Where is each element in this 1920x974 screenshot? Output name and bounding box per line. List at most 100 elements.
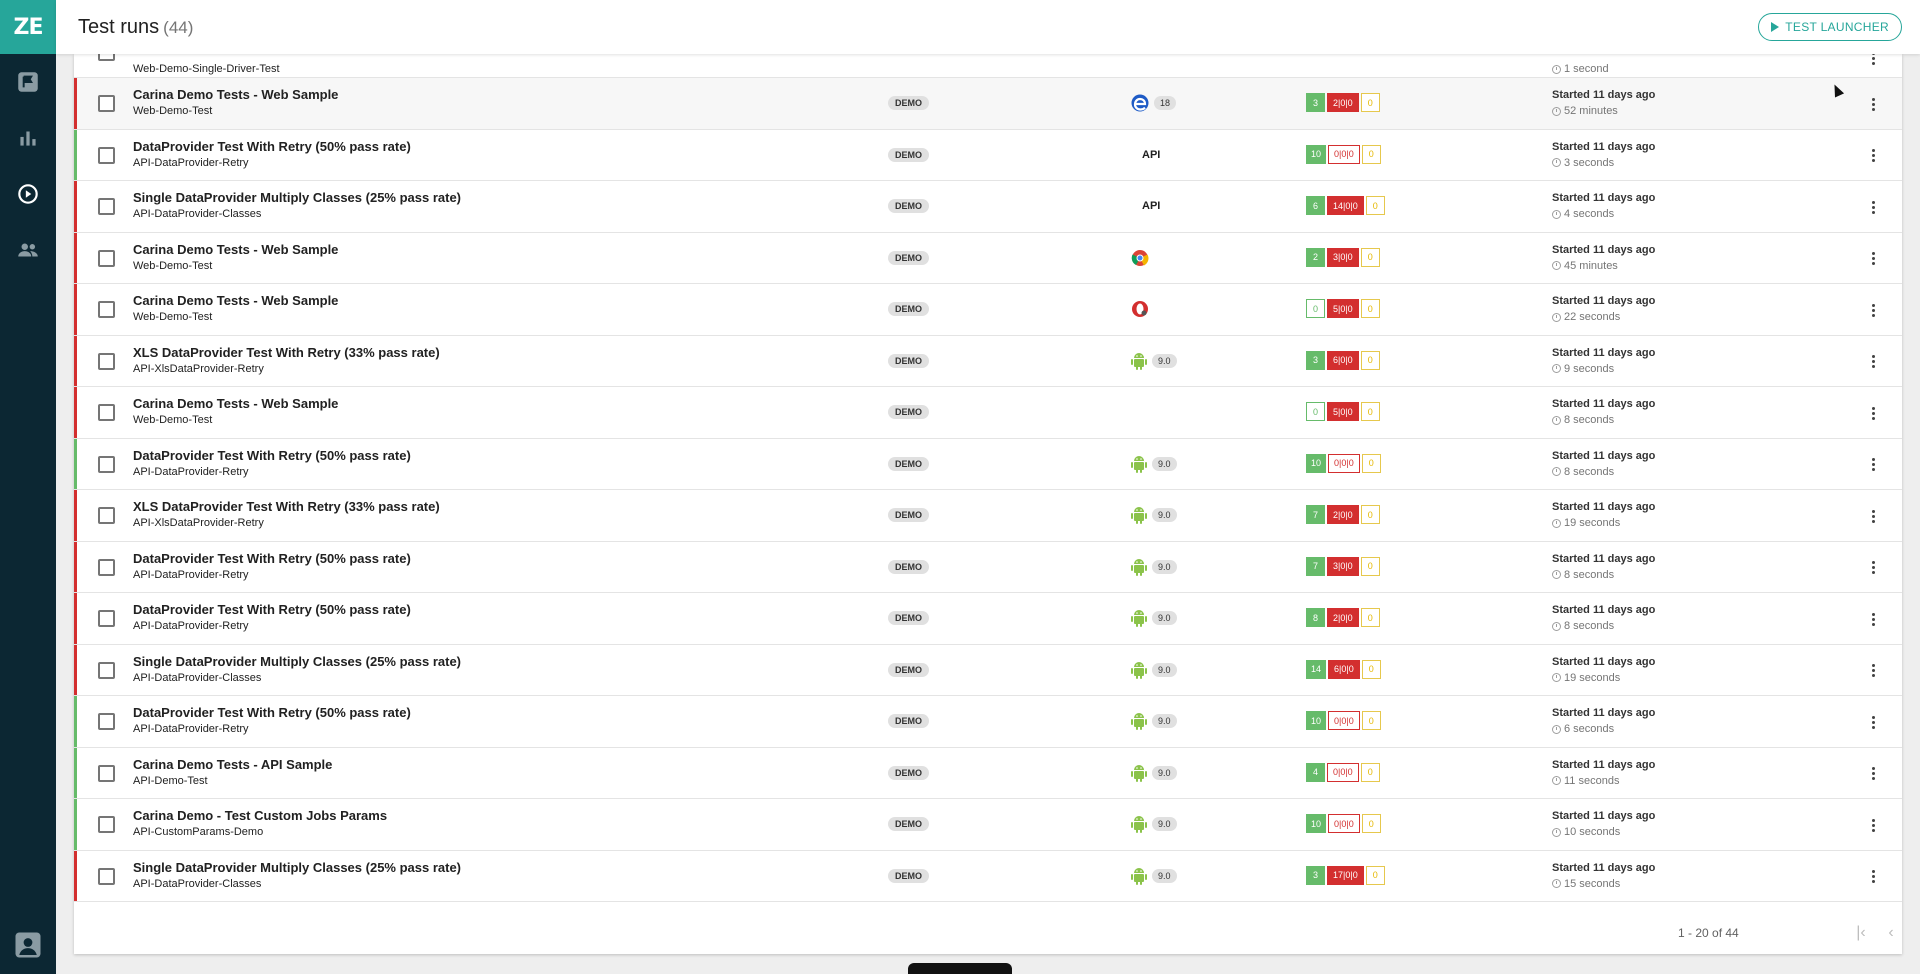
table-row[interactable]: XLS DataProvider Test With Retry (33% pa…: [74, 490, 1902, 542]
row-menu-button[interactable]: [1864, 455, 1882, 475]
row-checkbox[interactable]: [98, 713, 115, 730]
row-checkbox[interactable]: [98, 146, 115, 164]
run-name[interactable]: Single DataProvider Multiply Classes (25…: [133, 190, 461, 205]
elapsed-time: 8 seconds: [1552, 466, 1655, 478]
user-profile-button[interactable]: [0, 930, 56, 960]
row-checkbox[interactable]: [98, 404, 115, 421]
test-launcher-button[interactable]: TEST LAUNCHER: [1758, 13, 1902, 41]
row-checkbox[interactable]: [98, 198, 115, 215]
run-name[interactable]: Carina Demo Tests - Web Sample: [133, 87, 338, 102]
sidebar-item-reports[interactable]: [0, 110, 56, 166]
row-menu-button[interactable]: [1864, 506, 1882, 526]
row-checkbox[interactable]: [98, 610, 115, 627]
job-name: Web-Demo-Single-Driver-Test: [133, 63, 280, 75]
table-row[interactable]: Carina Demo Tests - Web Sample Web-Demo-…: [74, 387, 1902, 439]
row-menu-button[interactable]: [1864, 764, 1882, 784]
run-name[interactable]: XLS DataProvider Test With Retry (33% pa…: [133, 345, 440, 360]
table-row[interactable]: Single DataProvider Multiply Classes (25…: [74, 181, 1902, 233]
row-menu-button[interactable]: [1864, 94, 1882, 114]
table-row[interactable]: Carina Demo Tests - Web Sample Web-Demo-…: [74, 78, 1902, 130]
row-checkbox[interactable]: [98, 352, 115, 370]
test-stats: 7 2|0|0 0: [1306, 505, 1380, 524]
table-row[interactable]: XLS DataProvider Test With Retry (33% pa…: [74, 335, 1902, 387]
row-menu-button[interactable]: [1864, 815, 1882, 835]
table-row[interactable]: DataProvider Test With Retry (50% pass r…: [74, 696, 1902, 748]
row-menu-button[interactable]: [1864, 197, 1882, 217]
bottom-tab-handle[interactable]: [908, 963, 1012, 974]
table-row[interactable]: DataProvider Test With Retry (50% pass r…: [74, 129, 1902, 181]
run-name[interactable]: DataProvider Test With Retry (50% pass r…: [133, 602, 411, 617]
status-strip: [74, 850, 77, 901]
page-title: Test runs (44): [78, 16, 193, 39]
table-row-partial[interactable]: Web-Demo-Single-Driver-Test 1 second: [74, 54, 1902, 78]
skipped-count: 0: [1361, 814, 1381, 833]
row-checkbox[interactable]: [98, 507, 115, 524]
row-checkbox[interactable]: [98, 249, 115, 267]
started-text: Started 11 days ago: [1552, 655, 1656, 668]
run-name[interactable]: DataProvider Test With Retry (50% pass r…: [133, 139, 411, 154]
sidebar-item-test-runs[interactable]: [0, 166, 56, 222]
app-logo[interactable]: ZE: [0, 0, 56, 54]
run-name[interactable]: Carina Demo Tests - Web Sample: [133, 293, 338, 308]
row-menu-button[interactable]: [1864, 352, 1882, 372]
row-menu-button[interactable]: [1864, 609, 1882, 629]
table-row[interactable]: DataProvider Test With Retry (50% pass r…: [74, 438, 1902, 490]
row-checkbox[interactable]: [98, 661, 115, 679]
passed-count: 6: [1306, 196, 1325, 215]
env-badge: DEMO: [888, 250, 929, 265]
run-name[interactable]: DataProvider Test With Retry (50% pass r…: [133, 705, 411, 720]
run-info: Carina Demo Tests - Web Sample Web-Demo-…: [133, 242, 338, 272]
row-menu-button[interactable]: [1864, 558, 1882, 578]
run-name[interactable]: XLS DataProvider Test With Retry (33% pa…: [133, 499, 440, 514]
row-menu-button[interactable]: [1864, 249, 1882, 269]
row-menu-button[interactable]: [1864, 661, 1882, 681]
row-menu-button[interactable]: [1864, 146, 1882, 166]
run-name[interactable]: Single DataProvider Multiply Classes (25…: [133, 654, 461, 669]
row-checkbox[interactable]: [98, 301, 115, 318]
table-row[interactable]: Carina Demo Tests - Web Sample Web-Demo-…: [74, 232, 1902, 284]
table-row[interactable]: Carina Demo - Test Custom Jobs Params AP…: [74, 799, 1902, 851]
run-name[interactable]: Carina Demo Tests - API Sample: [133, 757, 332, 772]
run-name[interactable]: DataProvider Test With Retry (50% pass r…: [133, 551, 411, 566]
job-name: Web-Demo-Test: [133, 105, 213, 117]
run-timing: Started 11 days ago 52 minutes: [1552, 89, 1655, 117]
row-checkbox[interactable]: [98, 558, 115, 576]
row-checkbox[interactable]: [98, 95, 115, 112]
table-row[interactable]: Carina Demo Tests - API Sample API-Demo-…: [74, 747, 1902, 799]
test-stats: 0 5|0|0 0: [1306, 402, 1380, 421]
elapsed-text: 22 seconds: [1564, 311, 1621, 323]
row-checkbox[interactable]: [98, 816, 115, 833]
row-checkbox[interactable]: [98, 54, 115, 61]
table-row[interactable]: Carina Demo Tests - Web Sample Web-Demo-…: [74, 284, 1902, 336]
row-menu-button[interactable]: [1864, 300, 1882, 320]
run-name[interactable]: Carina Demo Tests - Web Sample: [133, 396, 338, 411]
run-name[interactable]: DataProvider Test With Retry (50% pass r…: [133, 448, 411, 463]
row-menu-button[interactable]: [1864, 403, 1882, 423]
job-name: API-DataProvider-Retry: [133, 723, 249, 735]
run-name[interactable]: Single DataProvider Multiply Classes (25…: [133, 860, 461, 875]
started-text: Started 11 days ago: [1552, 243, 1656, 256]
run-timing: Started 11 days ago 10 seconds: [1552, 810, 1655, 838]
chevron-left-icon[interactable]: ‹: [1880, 922, 1902, 944]
sidebar-item-users[interactable]: [0, 222, 56, 278]
first-page-icon[interactable]: |‹: [1850, 922, 1872, 944]
table-row[interactable]: Single DataProvider Multiply Classes (25…: [74, 644, 1902, 696]
run-name[interactable]: Carina Demo Tests - Web Sample: [133, 242, 338, 257]
row-menu-button[interactable]: [1864, 712, 1882, 732]
run-name[interactable]: Carina Demo - Test Custom Jobs Params: [133, 808, 387, 823]
platform-version: 9.0: [1152, 662, 1177, 677]
elapsed-text: 3 seconds: [1564, 156, 1615, 169]
row-menu-button[interactable]: [1864, 54, 1882, 68]
table-row[interactable]: DataProvider Test With Retry (50% pass r…: [74, 593, 1902, 645]
android-icon: [1131, 764, 1147, 782]
row-checkbox[interactable]: [98, 455, 115, 473]
row-checkbox[interactable]: [98, 764, 115, 782]
table-row[interactable]: DataProvider Test With Retry (50% pass r…: [74, 541, 1902, 593]
row-checkbox[interactable]: [98, 867, 115, 885]
elapsed-time: 52 minutes: [1552, 105, 1655, 117]
table-row[interactable]: Single DataProvider Multiply Classes (25…: [74, 850, 1902, 902]
platform-cell: 9.0: [1130, 350, 1177, 372]
sidebar-item-dashboards[interactable]: [0, 54, 56, 110]
row-menu-button[interactable]: [1864, 867, 1882, 887]
env-badge: DEMO: [888, 765, 929, 780]
